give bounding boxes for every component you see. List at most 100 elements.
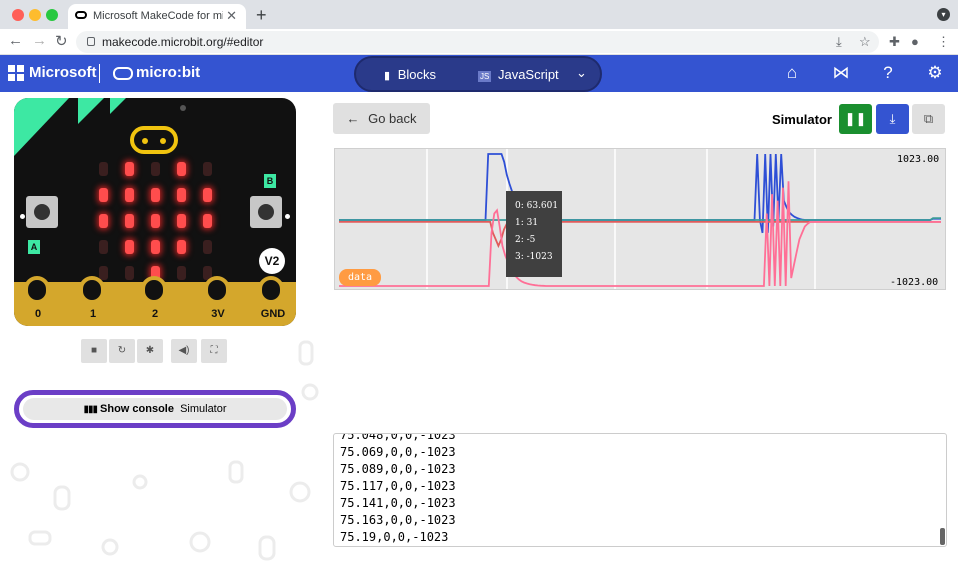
pin-label: GND <box>260 308 286 320</box>
go-back-button[interactable]: ← Go back <box>333 103 430 134</box>
tab-close-icon[interactable]: ✕ <box>226 8 237 24</box>
tab-javascript[interactable]: JS JavaScript <box>478 67 559 82</box>
led-r4-c1 <box>125 266 134 280</box>
data-badge[interactable]: data <box>339 269 381 286</box>
url-field[interactable]: makecode.microbit.org/#editor <box>76 31 879 53</box>
blocks-label: Blocks <box>397 67 436 82</box>
led-r2-c4 <box>203 214 212 228</box>
led-r2-c2 <box>151 214 160 228</box>
help-icon[interactable]: ? <box>878 63 898 83</box>
editor-toggle: ▮ Blocks JS JavaScript ⌄ <box>354 56 602 92</box>
close-window-button[interactable] <box>12 9 24 21</box>
touch-logo[interactable] <box>130 126 178 154</box>
version-badge: V2 <box>259 248 285 274</box>
led-r0-c3 <box>177 162 186 176</box>
show-console-label: Show console <box>100 403 174 415</box>
javascript-label: JavaScript <box>497 67 559 82</box>
reload-icon[interactable]: ↻ <box>55 32 68 50</box>
minimize-window-button[interactable] <box>29 9 41 21</box>
series-line-3 <box>339 181 941 287</box>
pin-0[interactable] <box>24 276 50 304</box>
home-icon[interactable]: ⌂ <box>782 63 802 83</box>
led-r2-c1 <box>125 214 134 228</box>
address-bar-row: ← → ↻ makecode.microbit.org/#editor ⤓ ☆ … <box>0 29 958 55</box>
restart-icon[interactable]: ↻ <box>109 339 135 363</box>
bar-chart-icon: ▮▮▮ <box>83 404 97 415</box>
header-divider <box>99 64 100 83</box>
pin-2[interactable] <box>141 276 167 304</box>
settings-icon[interactable]: ⚙ <box>925 63 945 83</box>
led-r0-c1 <box>125 162 134 176</box>
microbit-favicon-icon <box>75 11 87 19</box>
extensions-icon[interactable]: ✚ <box>889 34 900 50</box>
pin-label: 1 <box>89 308 97 320</box>
led-r2-c3 <box>177 214 186 228</box>
simulator-toolbar: ■ ↻ ✱ ◀) ⛶ <box>81 339 227 365</box>
serial-chart-plot <box>339 149 941 289</box>
led-r3-c1 <box>125 240 134 254</box>
back-arrow-icon[interactable]: ← <box>8 32 23 49</box>
serial-chart: 1023.00 -1023.00 data 0: 63.601 1: 31 2:… <box>334 148 946 290</box>
tab-title: Microsoft MakeCode for mi <box>93 10 223 22</box>
button-a[interactable] <box>26 196 58 228</box>
led-r2-c0 <box>99 214 108 228</box>
microbit-brand[interactable]: micro:bit <box>136 64 200 81</box>
tooltip-line: 2: -5 <box>515 235 536 245</box>
console-line: 75.163,0,0,-1023 <box>340 513 456 527</box>
show-console-label-row: ▮▮▮ Show console Simulator <box>23 398 287 420</box>
fullscreen-icon[interactable]: ⛶ <box>201 339 227 363</box>
pin-1[interactable] <box>79 276 105 304</box>
microbit-logo-icon <box>113 67 133 80</box>
console-scrollbar[interactable] <box>940 528 945 545</box>
pin-gnd[interactable] <box>258 276 284 304</box>
pin-3v[interactable] <box>204 276 230 304</box>
board-corner-decoration <box>14 98 126 156</box>
copy-icon[interactable]: ⧉ <box>912 104 945 134</box>
arrow-left-icon: ← <box>346 111 360 126</box>
share-icon[interactable]: ⋈ <box>831 63 851 83</box>
debug-icon[interactable]: ✱ <box>137 339 163 363</box>
chevron-down-icon[interactable]: ⌄ <box>576 65 587 81</box>
console-line: 75.19,0,0,-1023 <box>340 530 449 544</box>
maximize-window-button[interactable] <box>46 9 58 21</box>
puzzle-icon: ▮ <box>384 70 391 82</box>
js-icon: JS <box>478 71 492 82</box>
console-title: Simulator <box>772 112 832 127</box>
browser-menu-icon[interactable]: ⋮ <box>937 34 950 50</box>
browser-tab-bar: Microsoft MakeCode for mi ✕ + ▾ <box>0 0 958 29</box>
new-tab-button[interactable]: + <box>256 5 267 26</box>
download-icon[interactable]: ⤓ <box>876 104 909 134</box>
button-b-label: B <box>264 174 276 188</box>
microsoft-brand[interactable]: Microsoft <box>29 64 97 81</box>
pause-icon[interactable]: ❚❚ <box>839 104 872 134</box>
console-line: 75.117,0,0,-1023 <box>340 479 456 493</box>
y-min-label: -1023.00 <box>890 277 939 288</box>
button-b[interactable] <box>250 196 282 228</box>
chart-tooltip: 0: 63.601 1: 31 2: -5 3: -1023 <box>506 191 562 277</box>
led-r3-c2 <box>151 240 160 254</box>
console-output[interactable]: 75.048,0,0,-1023 75.069,0,0,-1023 75.089… <box>333 433 947 547</box>
browser-tab[interactable]: Microsoft MakeCode for mi ✕ <box>68 4 246 29</box>
stop-icon[interactable]: ■ <box>81 339 107 363</box>
forward-arrow-icon[interactable]: → <box>32 32 47 49</box>
microphone-led-icon <box>180 105 186 111</box>
led-r0-c0 <box>99 162 108 176</box>
led-r0-c2 <box>151 162 160 176</box>
go-back-label: Go back <box>368 111 417 126</box>
pin-label: 3V <box>211 308 225 320</box>
bookmark-star-icon[interactable]: ☆ <box>859 34 871 50</box>
led-r1-c1 <box>125 188 134 202</box>
mute-icon[interactable]: ◀) <box>171 339 197 363</box>
tab-search-icon[interactable]: ▾ <box>937 8 950 21</box>
tooltip-line: 1: 31 <box>515 218 539 228</box>
led-r1-c3 <box>177 188 186 202</box>
tab-blocks[interactable]: ▮ Blocks <box>384 67 436 82</box>
console-line: 75.069,0,0,-1023 <box>340 445 456 459</box>
install-icon[interactable]: ⤓ <box>836 34 842 50</box>
profile-icon[interactable]: ● <box>911 34 919 49</box>
lock-icon <box>87 37 95 46</box>
tooltip-line: 0: 63.601 <box>515 201 559 211</box>
show-console-button[interactable]: ▮▮▮ Show console Simulator <box>14 390 296 428</box>
led-r1-c4 <box>203 188 212 202</box>
microsoft-logo-icon <box>8 65 24 81</box>
